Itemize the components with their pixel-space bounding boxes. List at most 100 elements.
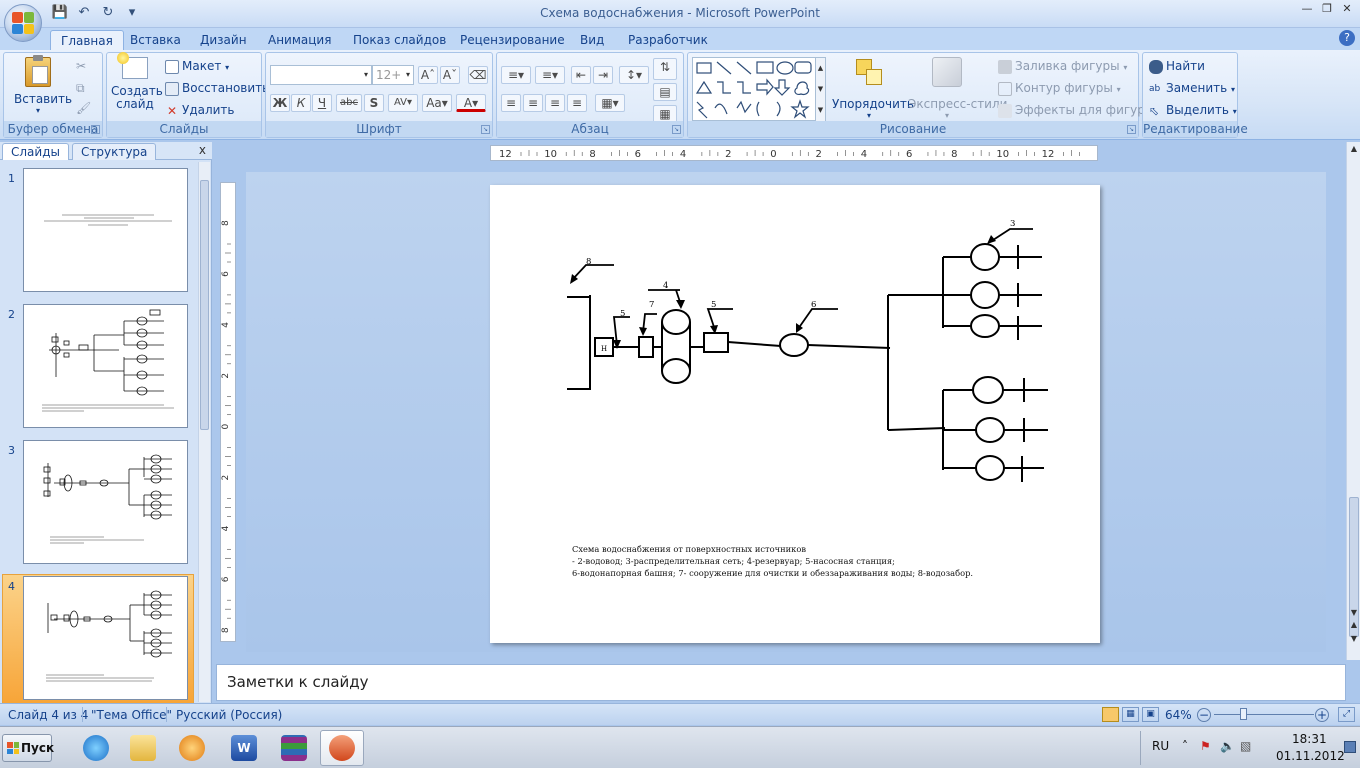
drawing-launcher-icon[interactable]: ↘	[1127, 125, 1136, 134]
align-text-icon[interactable]: ▤	[653, 83, 677, 101]
office-button[interactable]	[4, 4, 42, 42]
bullets-icon[interactable]: ≡▾	[501, 66, 531, 84]
zoom-slider-thumb[interactable]	[1240, 708, 1247, 720]
columns-icon[interactable]: ▦▾	[595, 94, 625, 112]
slide-thumbnail-3[interactable]	[23, 440, 188, 564]
reset-button[interactable]: Восстановить	[165, 81, 269, 96]
slide-canvas[interactable]: 8 4 7 5 5 6 3 Н Схема водоснабжения от п…	[490, 185, 1100, 643]
bold-icon[interactable]: Ж	[270, 94, 290, 112]
action-center-icon[interactable]: ⚑	[1200, 739, 1211, 753]
tab-slides[interactable]: Слайды	[2, 143, 69, 160]
volume-icon[interactable]: 🔈	[1220, 739, 1235, 753]
input-language[interactable]: RU	[1152, 739, 1169, 753]
shapes-gallery[interactable]: ▲ ▼ ▼	[692, 57, 826, 122]
slide-thumbnail-2[interactable]	[23, 304, 188, 428]
justify-icon[interactable]: ≡	[567, 94, 587, 112]
font-launcher-icon[interactable]: ↘	[481, 125, 490, 134]
close-icon[interactable]: ✕	[1338, 2, 1356, 16]
clear-format-icon[interactable]: ⌫	[468, 66, 488, 84]
decrease-indent-icon[interactable]: ⇤	[571, 66, 591, 84]
scroll-down-icon[interactable]: ▼	[1348, 608, 1360, 617]
paste-button[interactable]: Вставить ▾	[14, 55, 72, 117]
shape-outline-button[interactable]: Контур фигуры ▾	[998, 81, 1121, 96]
slideshow-view-icon[interactable]: ▣	[1142, 707, 1159, 722]
theme-name[interactable]: "Тема Office"	[91, 708, 172, 722]
tab-animation[interactable]: Анимация	[258, 30, 341, 50]
show-hidden-icons-icon[interactable]: ˄	[1182, 739, 1188, 753]
underline-icon[interactable]: Ч	[312, 94, 332, 112]
font-color-icon[interactable]: A▾	[456, 94, 486, 112]
shrink-font-icon[interactable]: Aˇ	[440, 66, 460, 84]
slide-sorter-icon[interactable]: ▦	[1122, 707, 1139, 722]
replace-button[interactable]: ab Заменить ▾	[1149, 81, 1235, 96]
panel-scroll-thumb[interactable]	[200, 180, 209, 430]
strikethrough-icon[interactable]: abc	[336, 94, 362, 112]
numbering-icon[interactable]: ≡▾	[535, 66, 565, 84]
shadow-icon[interactable]: S	[364, 94, 384, 112]
taskbar-winrar[interactable]	[272, 730, 316, 766]
fit-to-window-icon[interactable]: ⤢	[1338, 707, 1355, 722]
line-spacing-icon[interactable]: ↕▾	[619, 66, 649, 84]
quick-styles-button[interactable]: Экспресс-стили ▾	[908, 57, 1007, 120]
previous-slide-icon[interactable]: ▲	[1348, 620, 1360, 629]
font-name-combo[interactable]: ▾	[270, 65, 372, 85]
text-direction-icon[interactable]: ⇅	[653, 58, 677, 80]
tab-view[interactable]: Вид	[570, 30, 614, 50]
start-button[interactable]: Пуск	[2, 734, 54, 762]
tab-home[interactable]: Главная	[50, 30, 124, 50]
tab-insert[interactable]: Вставка	[120, 30, 191, 50]
dialog-launcher-icon[interactable]: ↘	[91, 125, 100, 134]
slide-thumbnail-4[interactable]	[23, 576, 188, 700]
change-case-icon[interactable]: Aa▾	[422, 94, 452, 112]
format-painter-icon[interactable]: 🖌	[76, 101, 91, 115]
cut-icon[interactable]: ✂	[76, 59, 86, 73]
clock-time[interactable]: 18:31	[1292, 732, 1327, 746]
zoom-out-icon[interactable]: −	[1197, 708, 1211, 722]
slide-thumbnail-1[interactable]	[23, 168, 188, 292]
find-button[interactable]: Найти	[1149, 59, 1205, 74]
horizontal-ruler[interactable]: 12 10 8 6 4 2 0 2 4 6 8 10 12	[490, 145, 1098, 161]
tab-slideshow[interactable]: Показ слайдов	[343, 30, 456, 50]
panel-scrollbar[interactable]	[198, 162, 210, 702]
arrange-button[interactable]: Упорядочить ▾	[832, 57, 914, 120]
new-slide-button[interactable]: Создать слайд	[111, 52, 163, 119]
language-indicator[interactable]: Русский (Россия)	[176, 708, 282, 722]
grow-font-icon[interactable]: Aˆ	[418, 66, 438, 84]
shape-fill-button[interactable]: Заливка фигуры ▾	[998, 59, 1127, 74]
layout-button[interactable]: Макет ▾	[165, 59, 229, 74]
taskbar-media-player[interactable]	[170, 730, 214, 766]
clock-date[interactable]: 01.11.2012	[1276, 749, 1345, 763]
select-button[interactable]: ⬁ Выделить ▾	[1149, 103, 1237, 118]
help-icon[interactable]: ?	[1339, 30, 1355, 46]
panel-close-icon[interactable]: x	[199, 143, 206, 157]
taskbar-powerpoint[interactable]	[320, 730, 364, 766]
italic-icon[interactable]: К	[291, 94, 311, 112]
align-center-icon[interactable]: ≡	[523, 94, 543, 112]
align-right-icon[interactable]: ≡	[545, 94, 565, 112]
char-spacing-icon[interactable]: AV▾	[388, 94, 418, 112]
align-left-icon[interactable]: ≡	[501, 94, 521, 112]
zoom-level[interactable]: 64%	[1165, 708, 1192, 722]
copy-icon[interactable]: ⧉	[76, 81, 85, 96]
delete-slide-button[interactable]: ✕ Удалить	[165, 103, 235, 118]
font-size-combo[interactable]: 12+ ▾	[372, 65, 414, 85]
next-slide-icon[interactable]: ▼	[1348, 634, 1360, 643]
tab-developer[interactable]: Разработчик	[618, 30, 718, 50]
tab-review[interactable]: Рецензирование	[450, 30, 575, 50]
zoom-slider[interactable]	[1214, 708, 1314, 720]
vertical-ruler[interactable]: 8 6 4 2 0 2 4 6 8	[220, 182, 236, 642]
tab-outline[interactable]: Структура	[72, 143, 157, 160]
editor-scrollbar[interactable]: ▲ ▼ ▲ ▼	[1346, 142, 1360, 660]
network-icon[interactable]: ▧	[1240, 739, 1251, 753]
normal-view-icon[interactable]	[1102, 707, 1119, 722]
shape-effects-button[interactable]: Эффекты для фигур ▾	[998, 103, 1153, 118]
paragraph-launcher-icon[interactable]: ↘	[672, 125, 681, 134]
scroll-up-icon[interactable]: ▲	[1348, 144, 1360, 153]
taskbar-explorer[interactable]	[121, 730, 165, 766]
zoom-in-icon[interactable]: +	[1315, 708, 1329, 722]
show-desktop-button[interactable]	[1344, 741, 1356, 753]
minimize-icon[interactable]: —	[1298, 2, 1316, 16]
notes-pane[interactable]: Заметки к слайду	[216, 664, 1346, 701]
maximize-icon[interactable]: ❐	[1318, 2, 1336, 16]
taskbar-word[interactable]: W	[222, 730, 266, 766]
